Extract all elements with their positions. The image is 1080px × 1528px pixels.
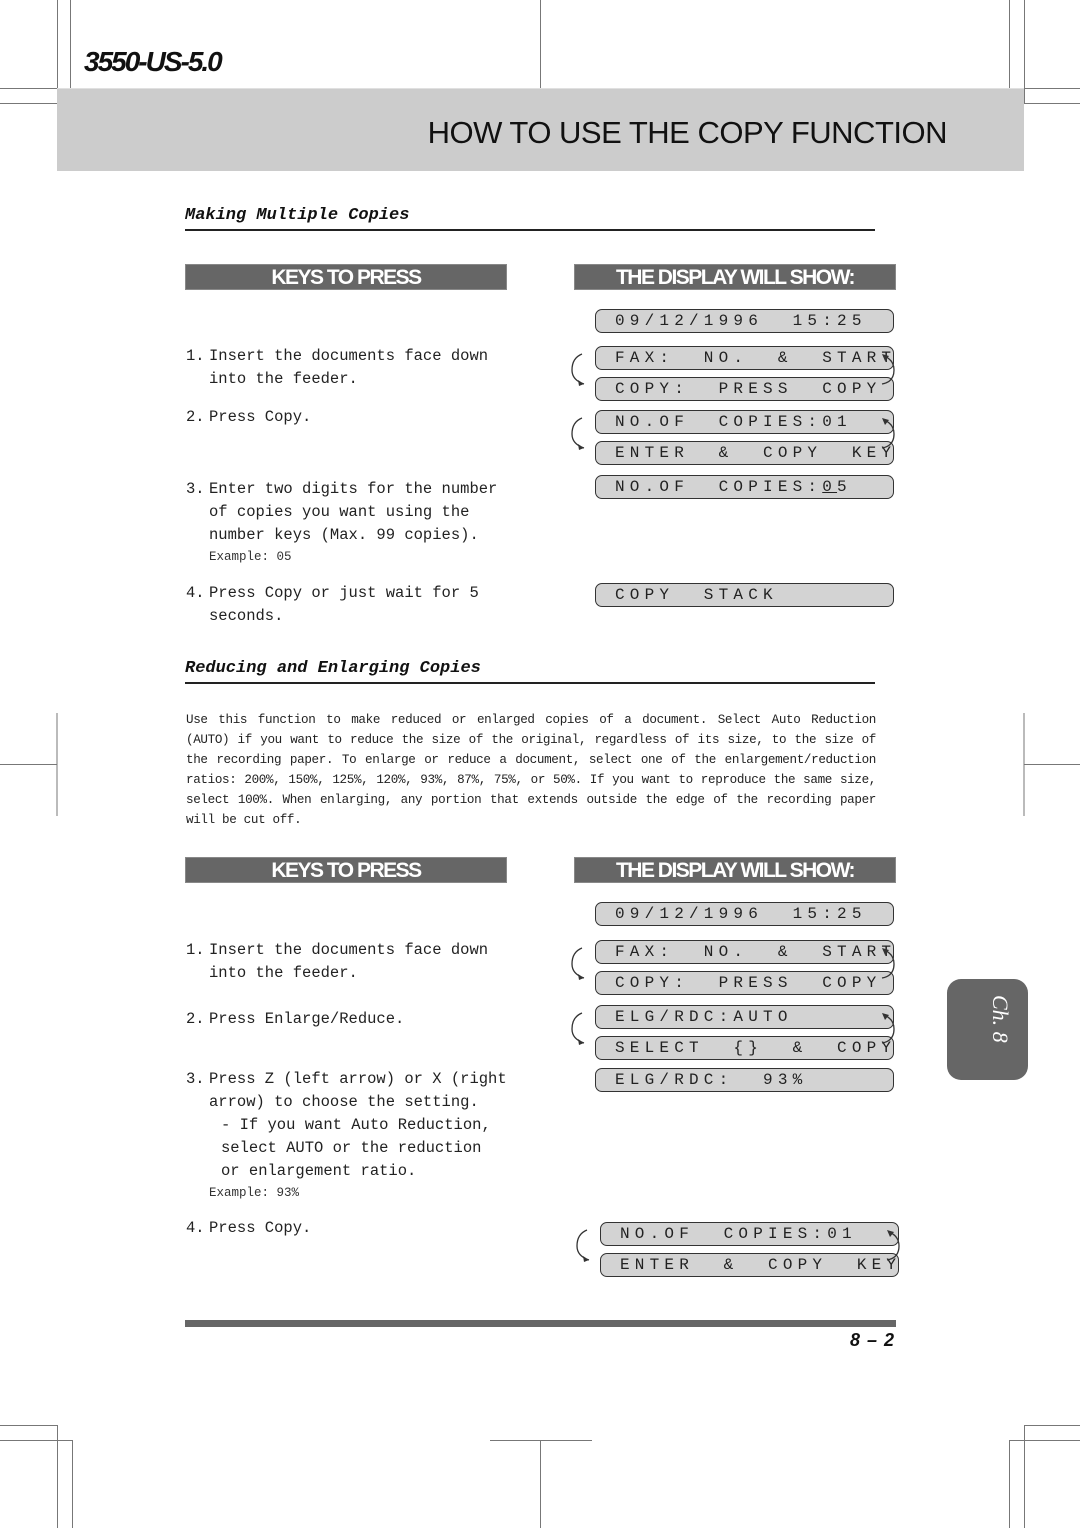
lcd-display-fax-prompt: FAX: NO. & START (595, 940, 894, 964)
step-3: 3. Enter two digits for the number of co… (186, 478, 508, 567)
step-number: 2. (186, 408, 205, 426)
reduce-enlarge-intro: Use this function to make reduced or enl… (186, 713, 876, 827)
crop-mark (1009, 1440, 1080, 1441)
step-text: Enter two digits for the number of copie… (209, 480, 498, 544)
display-will-show-header: THE DISPLAY WILL SHOW: (574, 857, 896, 883)
crop-mark (1024, 1425, 1080, 1426)
lcd-cursor-digit: 0 (822, 478, 838, 496)
crop-mark (0, 1425, 57, 1426)
keys-to-press-header: KEYS TO PRESS (185, 857, 507, 883)
cycle-arrow-right-icon (881, 418, 895, 449)
step-2: 2. Press Enlarge/Reduce. (186, 1008, 508, 1031)
crop-mark (1024, 103, 1080, 104)
step-1: 1. Insert the documents face down into t… (186, 939, 508, 985)
lcd-display-enter-copy-key: ENTER & COPY KEY (600, 1253, 899, 1277)
footer-rule (185, 1320, 896, 1327)
cycle-arrow-right-icon (881, 948, 895, 979)
banner-title: HOW TO USE THE COPY FUNCTION (427, 115, 948, 150)
lcd-display-idle: 09/12/1996 15:25 (595, 309, 894, 333)
lcd-display-copies-count: NO.OF COPIES:01 (595, 410, 894, 434)
crop-mark (1024, 764, 1080, 765)
step-example: Example: 93% (209, 1186, 300, 1200)
crop-mark (72, 1440, 73, 1528)
lcd-display-copy-prompt: COPY: PRESS COPY (595, 971, 894, 995)
crop-mark (0, 764, 57, 765)
crop-mark (0, 1440, 72, 1441)
lcd-display-copies-count: NO.OF COPIES:01 (600, 1222, 899, 1246)
cycle-arrow-left-icon (571, 1012, 585, 1045)
lcd-display-idle: 09/12/1996 15:25 (595, 902, 894, 926)
lcd-display-copy-stack: COPY STACK (595, 583, 894, 607)
chapter-tab: Ch. 8 (947, 979, 1028, 1080)
crop-mark (0, 103, 57, 104)
display-will-show-header: THE DISPLAY WILL SHOW: (574, 264, 896, 290)
cycle-arrow-right-icon (886, 1230, 900, 1261)
lcd-text: NO.OF COPIES: (615, 478, 823, 496)
section-title-reducing-enlarging: Reducing and Enlarging Copies (185, 659, 875, 684)
document-id: 3550-US-5.0 (84, 46, 223, 77)
step-text: Insert the documents face down into the … (209, 941, 489, 982)
crop-mark (1009, 1440, 1010, 1528)
step-4: 4. Press Copy or just wait for 5 seconds… (186, 582, 508, 628)
cycle-arrow-left-icon (571, 947, 585, 980)
step-number: 4. (186, 584, 205, 602)
lcd-display-fax-prompt: FAX: NO. & START (595, 346, 894, 370)
crop-mark (540, 0, 541, 88)
cycle-arrow-right-icon (881, 354, 895, 385)
lcd-display-enter-copy-key: ENTER & COPY KEY (595, 441, 894, 465)
cycle-arrow-right-icon (881, 1013, 895, 1044)
crop-mark (490, 1440, 592, 1441)
step-text: Press Z (left arrow) or X (right arrow) … (209, 1070, 507, 1111)
lcd-display-elg-rdc-auto: ELG/RDC:AUTO (595, 1005, 894, 1029)
crop-mark (1009, 0, 1010, 88)
step-number: 1. (186, 941, 205, 959)
step-text: Press Enlarge/Reduce. (209, 1010, 405, 1028)
step-number: 3. (186, 480, 205, 498)
step-text: Press Copy. (209, 408, 312, 426)
step-subnote: - If you want Auto Reduction, select AUT… (221, 1116, 491, 1180)
keys-to-press-header: KEYS TO PRESS (185, 264, 507, 290)
step-4: 4. Press Copy. (186, 1217, 508, 1240)
lcd-display-copies-entered: NO.OF COPIES:05 (595, 475, 894, 499)
crop-mark (540, 1440, 541, 1528)
cycle-arrow-left-icon (576, 1229, 590, 1262)
lcd-display-elg-rdc-selected: ELG/RDC: 93% (595, 1068, 894, 1092)
step-number: 4. (186, 1219, 205, 1237)
step-text: Insert the documents face down into the … (209, 347, 489, 388)
step-text: Press Copy. (209, 1219, 312, 1237)
step-number: 1. (186, 347, 205, 365)
cycle-arrow-left-icon (571, 417, 585, 450)
step-1: 1. Insert the documents face down into t… (186, 345, 508, 391)
chapter-banner: HOW TO USE THE COPY FUNCTION (57, 88, 1024, 171)
step-2: 2. Press Copy. (186, 406, 508, 429)
lcd-display-copy-prompt: COPY: PRESS COPY (595, 377, 894, 401)
step-number: 3. (186, 1070, 205, 1088)
step-text: Press Copy or just wait for 5 seconds. (209, 584, 479, 625)
section-title-multiple-copies: Making Multiple Copies (185, 206, 875, 231)
crop-mark (70, 0, 71, 88)
cycle-arrow-left-icon (571, 353, 585, 386)
lcd-display-select-copy: SELECT {} & COPY (595, 1036, 894, 1060)
step-number: 2. (186, 1010, 205, 1028)
step-example: Example: 05 (209, 550, 292, 564)
chapter-tab-label: Ch. 8 (988, 995, 1013, 1043)
lcd-text: 5 (837, 478, 852, 496)
step-3: 3. Press Z (left arrow) or X (right arro… (186, 1068, 508, 1203)
page-number: 8 – 2 (849, 1330, 895, 1350)
